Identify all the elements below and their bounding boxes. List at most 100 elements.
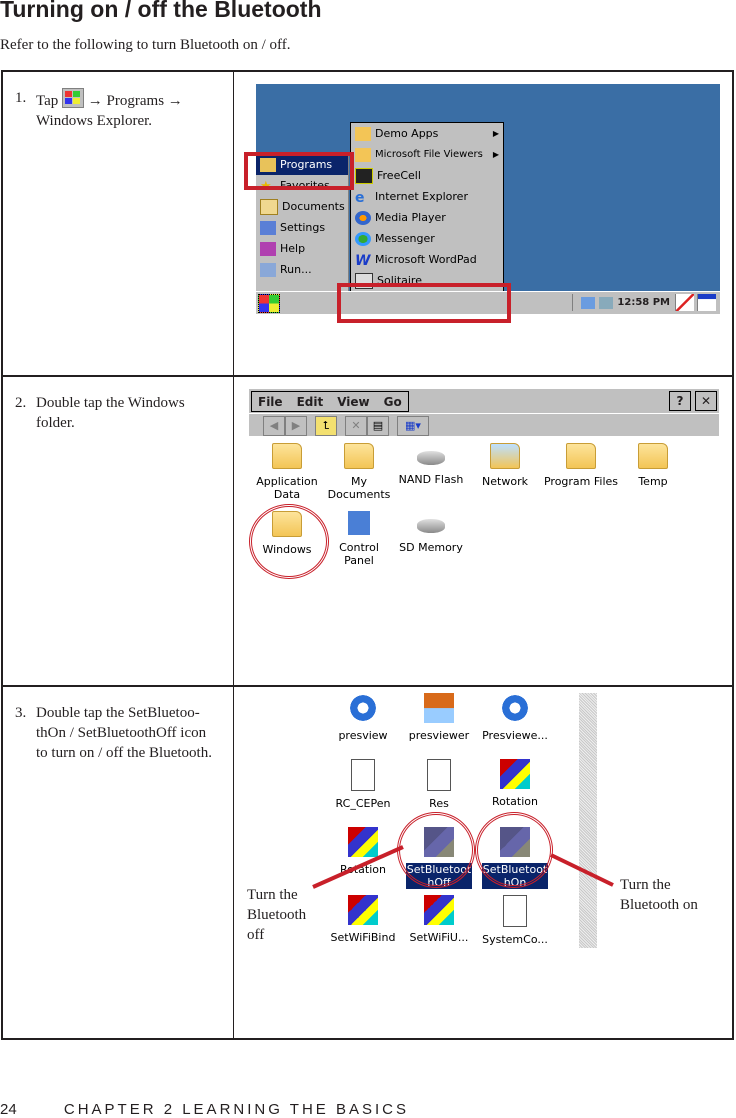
- messenger-icon: [355, 231, 371, 246]
- desktop-windows-icon[interactable]: [697, 294, 716, 311]
- documents-icon: [260, 198, 278, 215]
- menu-file[interactable]: File: [258, 395, 283, 409]
- menu-view[interactable]: View: [337, 395, 369, 409]
- freecell-icon: [355, 167, 373, 184]
- item-label: Temp: [638, 475, 668, 488]
- programs-item-freecell[interactable]: FreeCell: [351, 165, 503, 186]
- submenu-arrow-icon: ▶: [492, 129, 499, 138]
- programs-item-internet-explorer[interactable]: e Internet Explorer: [351, 186, 503, 207]
- step-2-text: 2. Double tap the Windows folder.: [15, 393, 215, 433]
- page-title: Turning on / off the Bluetooth: [0, 0, 322, 22]
- folder-program-files[interactable]: Program Files: [541, 443, 621, 488]
- programs-item-wordpad[interactable]: W Microsoft WordPad: [351, 249, 503, 270]
- step-1-text: 1. Tap → Programs → Windows Explorer.: [15, 88, 215, 131]
- menu-label: Media Player: [375, 211, 446, 224]
- wordpad-icon: W: [355, 252, 371, 269]
- drive-nand-flash[interactable]: NAND Flash: [395, 443, 467, 486]
- folder-icon: [355, 126, 371, 141]
- menu-label: Messenger: [375, 232, 435, 245]
- callout-bluetooth-off: Turn the Bluetooth off: [247, 887, 307, 943]
- highlight-windows-folder: [249, 504, 329, 579]
- back-icon[interactable]: ◀: [263, 416, 285, 436]
- control-panel-icon: [348, 511, 370, 535]
- steps-table: 1. Tap → Programs → Windows Explorer. Pr…: [1, 70, 734, 1040]
- programs-item-file-viewers[interactable]: Microsoft File Viewers ▶: [351, 144, 503, 165]
- folder-icon: [638, 443, 668, 469]
- item-label: My Documents: [327, 475, 391, 501]
- view-icon[interactable]: ▦▾: [397, 416, 429, 436]
- menu-go[interactable]: Go: [384, 395, 402, 409]
- forward-icon[interactable]: ▶: [285, 416, 307, 436]
- column-divider: [233, 72, 234, 375]
- windows-start-icon: [62, 88, 85, 108]
- ie-icon: e: [355, 189, 365, 206]
- programs-item-media-player[interactable]: Media Player: [351, 207, 503, 228]
- programs-item-demo-apps[interactable]: Demo Apps ▶: [351, 123, 503, 144]
- item-label: Application Data: [256, 475, 318, 501]
- media-player-icon: [355, 210, 371, 225]
- item-label: Program Files: [543, 475, 619, 488]
- folder-application-data[interactable]: Application Data: [251, 443, 323, 501]
- menu-label: Settings: [280, 221, 326, 234]
- network-tray-icon[interactable]: [581, 296, 596, 309]
- programs-item-messenger[interactable]: Messenger: [351, 228, 503, 249]
- drive-icon: [417, 519, 445, 533]
- properties-icon[interactable]: ▤: [367, 416, 389, 436]
- menu-label: Microsoft WordPad: [375, 253, 477, 266]
- step-text: Tap: [36, 93, 59, 109]
- step-number: 2.: [15, 395, 27, 411]
- menu-label: Help: [280, 242, 306, 255]
- step-text: → Programs → Windows Explorer.: [36, 93, 183, 129]
- callout-lines: [312, 845, 614, 889]
- close-button[interactable]: ✕: [695, 391, 717, 411]
- clock[interactable]: 12:58 PM: [617, 294, 670, 311]
- menu-edit[interactable]: Edit: [297, 395, 324, 409]
- step-row-2: 2. Double tap the Windows folder. File E…: [3, 377, 732, 687]
- menu-label: Run...: [280, 263, 312, 276]
- menu-label: FreeCell: [377, 169, 421, 182]
- programs-submenu: Demo Apps ▶ Microsoft File Viewers ▶ FreeC…: [350, 122, 504, 312]
- control-panel[interactable]: Control Panel: [323, 511, 395, 567]
- folder-temp[interactable]: Temp: [617, 443, 689, 488]
- menu-bar: File Edit View Go ? ✕: [249, 389, 719, 413]
- folder-icon: [272, 443, 302, 469]
- item-label: NAND Flash: [398, 473, 464, 486]
- help-button[interactable]: ?: [669, 391, 691, 411]
- page-footer: 24 CHAPTER 2 LEARNING THE BASICS: [0, 1101, 409, 1118]
- run-icon: [260, 262, 276, 277]
- start-menu-settings[interactable]: Settings: [256, 217, 348, 238]
- item-label: SD Memory: [399, 541, 463, 554]
- step-row-3: 3. Double tap the SetBluetoo-thOn / SetB…: [3, 687, 732, 1040]
- menu-label: Documents: [282, 200, 345, 213]
- chapter-title: CHAPTER 2 LEARNING THE BASICS: [63, 1101, 409, 1118]
- folder-my-documents[interactable]: My Documents: [323, 443, 395, 501]
- help-book-icon: [260, 241, 276, 256]
- up-folder-icon[interactable]: ⮤: [315, 416, 337, 436]
- input-panel-icon[interactable]: [675, 294, 694, 311]
- folder-icon: [355, 147, 371, 162]
- start-menu-help[interactable]: Help: [256, 238, 348, 259]
- callout-line-on: [550, 853, 614, 887]
- network-icon: [490, 443, 520, 469]
- start-menu-documents[interactable]: Documents: [256, 196, 348, 217]
- toolbar: ◀ ▶ ⮤ ✕ ▤ ▦▾: [249, 414, 719, 436]
- highlight-windows-explorer: [337, 283, 511, 323]
- start-menu-run[interactable]: Run...: [256, 259, 348, 280]
- network-tray-icon[interactable]: [599, 296, 614, 309]
- folder-icon: [344, 443, 374, 469]
- step-row-1: 1. Tap → Programs → Windows Explorer. Pr…: [3, 72, 732, 377]
- menu-label: Demo Apps: [375, 127, 439, 140]
- start-button[interactable]: [258, 294, 280, 313]
- column-divider: [233, 377, 234, 685]
- folder-network[interactable]: Network: [469, 443, 541, 488]
- drive-sd-memory[interactable]: SD Memory: [395, 511, 467, 554]
- delete-icon[interactable]: ✕: [345, 416, 367, 436]
- settings-icon: [260, 220, 276, 235]
- submenu-arrow-icon: ▶: [492, 150, 499, 159]
- step-text: Double tap the Windows folder.: [36, 395, 185, 431]
- highlight-programs: [244, 152, 354, 190]
- menu-label: Microsoft File Viewers: [375, 149, 483, 160]
- start-menu-screenshot: Programs ★ Favorites Documents Settings H…: [256, 84, 720, 314]
- system-tray: 12:58 PM: [572, 294, 670, 311]
- callout-bluetooth-on: Turn the Bluetooth on: [620, 877, 698, 913]
